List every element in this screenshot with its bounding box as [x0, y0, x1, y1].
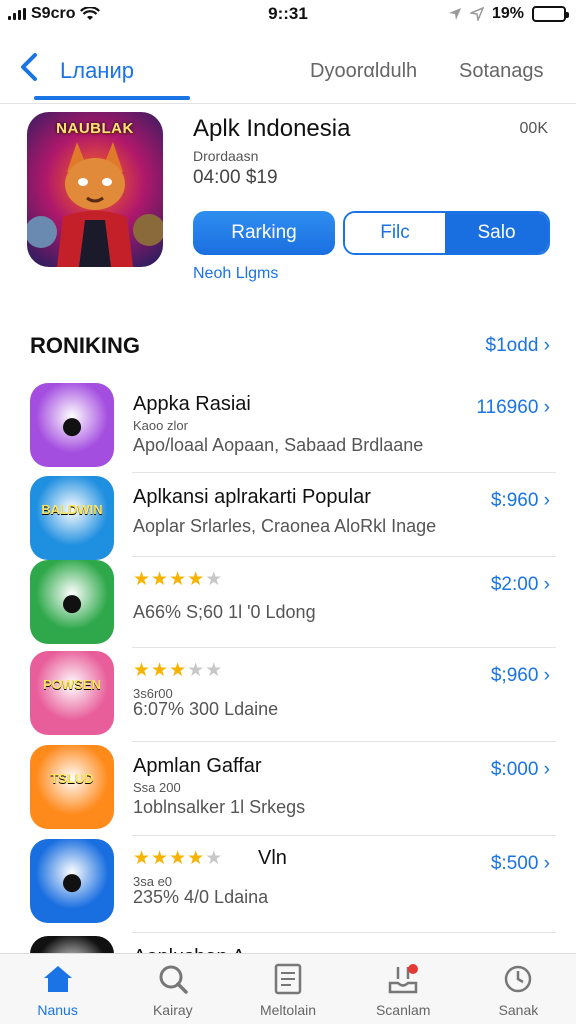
row-divider — [132, 647, 556, 648]
app-subtitle: Ssa 200 — [133, 780, 181, 795]
see-all-link[interactable]: $1odd › — [486, 335, 550, 357]
featured-count: 00K — [519, 120, 548, 137]
battery-icon — [532, 6, 569, 22]
tab-settings[interactable]: Sotanags — [459, 60, 544, 83]
section-title: RONIKING — [30, 333, 140, 358]
featured-meta: 04:00 $19 — [193, 167, 278, 188]
tab-label: Scanlam — [375, 1002, 431, 1018]
home-icon — [43, 966, 72, 992]
app-price[interactable]: $2:00 › — [491, 574, 550, 596]
price-label: $;960 — [490, 665, 539, 686]
status-right: 19% — [448, 5, 569, 23]
tab-label: Nanus — [37, 1002, 78, 1018]
chevron-right-icon: › — [543, 335, 550, 356]
fox-warrior-icon — [27, 142, 163, 267]
app-details: 6:07% 300 Ldaine — [133, 699, 279, 719]
tab-inbox[interactable]: Scanlam — [346, 954, 461, 1024]
icon-text: BALDWIN — [41, 502, 103, 517]
app-price[interactable]: 116960 › — [476, 397, 550, 419]
fox-face-icon[interactable]: ● — [30, 383, 114, 467]
hero-character-icon[interactable]: ● — [30, 560, 114, 644]
cat-character-icon[interactable]: POWSEN — [30, 651, 114, 735]
row-divider — [132, 741, 556, 742]
app-name: Appka Rasiai — [133, 393, 251, 415]
chevron-right-icon: › — [543, 853, 550, 874]
status-bar: S9cro 9::31 19% — [0, 0, 576, 30]
featured-title: Aplk Indonesia — [193, 115, 351, 142]
tab-label: Sanak — [498, 1002, 539, 1018]
icon-face: ● — [59, 857, 85, 904]
ranking-button[interactable]: Rarking — [193, 211, 335, 255]
chicken-face-icon[interactable]: ● — [30, 839, 114, 923]
tab-search[interactable]: Kairay — [115, 954, 230, 1024]
icon-text: TSLUD — [50, 771, 94, 786]
icon-face: ● — [59, 401, 85, 448]
segment-sale[interactable]: Salo — [445, 213, 548, 253]
star-rating: ★★★★★ — [133, 848, 224, 869]
tab-timer[interactable]: Sanak — [461, 954, 576, 1024]
tab-bar: Nanus Kairay Meltolain Scanlam Sanak — [0, 953, 576, 1024]
chevron-right-icon: › — [543, 490, 550, 511]
chevron-right-icon: › — [543, 665, 550, 686]
segment-file[interactable]: Filc — [345, 213, 445, 253]
star-rating: ★★★★★ — [133, 660, 224, 681]
featured-subtitle: Drordaasn — [193, 148, 259, 164]
location-icon — [448, 8, 461, 20]
active-tab-indicator — [34, 96, 190, 100]
app-price[interactable]: $;960 › — [491, 665, 550, 687]
tab-home[interactable]: Nanus — [0, 954, 115, 1024]
battery-percent: 19% — [491, 5, 524, 22]
game-logo-icon[interactable]: BALDWIN — [30, 476, 114, 560]
timer-icon — [505, 965, 532, 993]
segmented-control: Filc Salo — [343, 211, 550, 255]
tab-primary[interactable]: Lланир — [60, 58, 134, 84]
featured-link[interactable]: Neoh Llgms — [193, 265, 278, 283]
app-details: Aoplar Srlarles, Craonea AloRkl Inage — [133, 516, 437, 536]
app-details: A66% S;60 1l '0 Ldong — [133, 602, 316, 622]
top-navigation: Lланир Dyoorαldulh Sotanags — [0, 44, 576, 104]
chevron-right-icon: › — [543, 397, 550, 418]
location-arrow-icon — [469, 7, 484, 21]
back-chevron-icon[interactable] — [16, 50, 42, 84]
app-subtitle: Kaoo zlor — [133, 418, 188, 433]
inbox-icon — [388, 964, 419, 994]
price-label: $:960 — [490, 490, 539, 511]
price-label: $:000 — [490, 759, 539, 780]
document-icon — [274, 963, 302, 995]
app-price[interactable]: $:000 › — [491, 759, 550, 781]
row-divider — [132, 556, 556, 557]
app-details: 1oblnsalker 1l Srkegs — [133, 797, 306, 817]
see-all-label: $1odd — [485, 335, 539, 356]
icon-face: ● — [59, 578, 85, 625]
price-label: $:500 — [490, 853, 539, 874]
app-details: Apo/loaal Aopaan, Sabaad Brdlaane — [133, 435, 424, 455]
row-divider — [132, 472, 556, 473]
app-price[interactable]: $:960 › — [491, 490, 550, 512]
price-label: 116960 — [476, 397, 539, 418]
tab-documents[interactable]: Meltolain — [230, 954, 345, 1024]
app-details: 235% 4/0 Ldaina — [133, 887, 269, 907]
chevron-right-icon: › — [543, 759, 550, 780]
price-label: $2:00 — [490, 574, 539, 595]
star-rating: ★★★★★ — [133, 569, 224, 590]
featured-app-icon[interactable]: NAUBLAK — [27, 112, 163, 267]
icon-text: POWSEN — [43, 677, 101, 692]
app-name: Vln — [258, 847, 287, 869]
tab-secondary[interactable]: Dyoorαldulh — [310, 60, 417, 83]
tab-label: Kairay — [152, 1002, 193, 1018]
app-name: Aplkansi aplrakarti Popular — [133, 486, 371, 508]
search-icon — [159, 965, 188, 994]
app-price[interactable]: $:500 › — [491, 853, 550, 875]
app-name: Apmlan Gaffar — [133, 755, 262, 777]
row-divider — [132, 932, 556, 933]
fox-mascot-icon[interactable]: TSLUD — [30, 745, 114, 829]
tab-label: Meltolain — [259, 1002, 317, 1018]
chevron-right-icon: › — [543, 574, 550, 595]
row-divider — [132, 835, 556, 836]
